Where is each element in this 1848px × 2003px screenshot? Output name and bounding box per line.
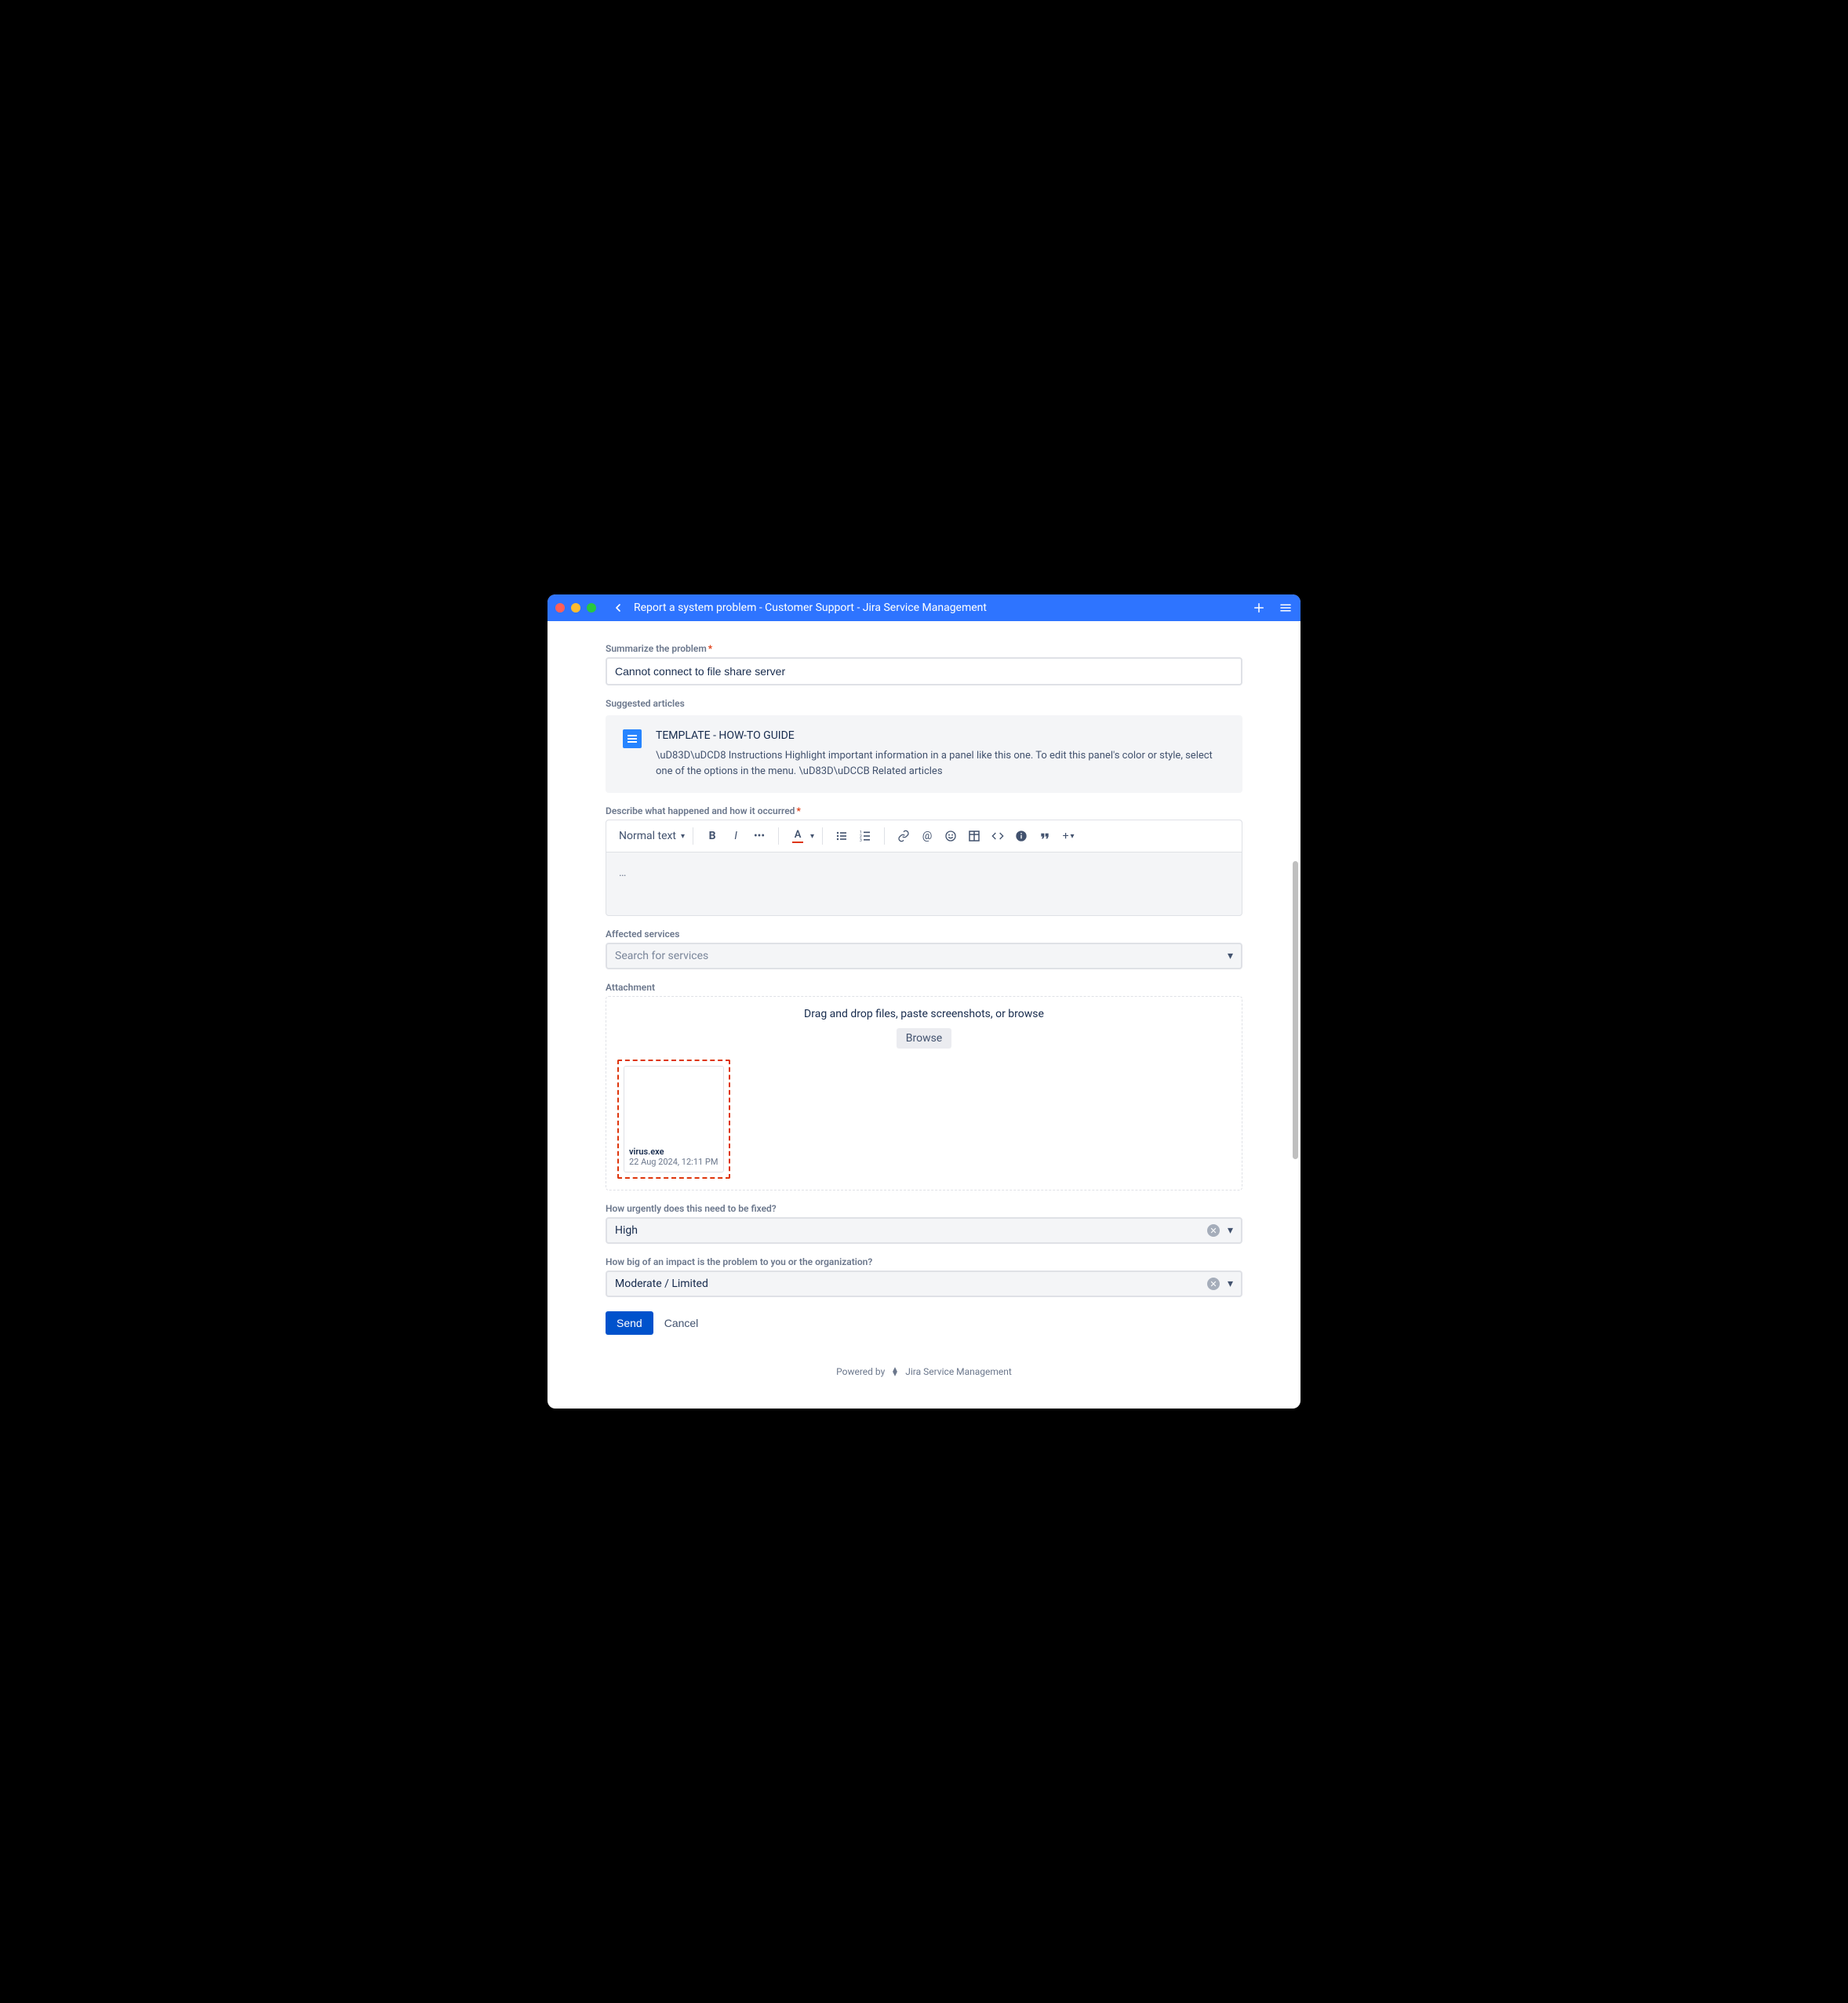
clear-icon[interactable]: ✕ bbox=[1207, 1278, 1220, 1290]
window-controls bbox=[555, 603, 596, 613]
window-close-button[interactable] bbox=[555, 603, 565, 613]
quote-icon bbox=[1039, 830, 1051, 842]
suggested-article-desc: \uD83D\uDCD8 Instructions Highlight impo… bbox=[656, 748, 1225, 779]
numbered-list-icon: 123 bbox=[859, 830, 871, 842]
urgency-value: High bbox=[615, 1224, 638, 1237]
scrollbar[interactable] bbox=[1293, 861, 1298, 1159]
clear-icon[interactable]: ✕ bbox=[1207, 1224, 1220, 1237]
window-fullscreen-button[interactable] bbox=[587, 603, 596, 613]
info-panel-button[interactable] bbox=[1010, 825, 1032, 847]
chevron-down-icon: ▾ bbox=[681, 832, 685, 841]
attachment-label: Attachment bbox=[606, 982, 1242, 993]
form-actions: Send Cancel bbox=[606, 1311, 1242, 1335]
impact-label: How big of an impact is the problem to y… bbox=[606, 1256, 1242, 1267]
attachment-highlight: virus.exe 22 Aug 2024, 12:11 PM bbox=[617, 1060, 730, 1179]
back-button[interactable] bbox=[609, 598, 628, 617]
link-icon bbox=[897, 830, 910, 842]
bullet-list-icon bbox=[835, 830, 848, 842]
chevron-down-icon: ▾ bbox=[1228, 1278, 1233, 1290]
footer-powered: Powered by bbox=[836, 1366, 885, 1377]
table-button[interactable] bbox=[963, 825, 985, 847]
affected-services-label: Affected services bbox=[606, 929, 1242, 940]
bullet-list-button[interactable] bbox=[831, 825, 853, 847]
chevron-down-icon: ▾ bbox=[1228, 950, 1233, 962]
suggested-article-title: TEMPLATE - HOW-TO GUIDE bbox=[656, 729, 1225, 742]
footer: Powered by Jira Service Management bbox=[606, 1335, 1242, 1385]
summary-label: Summarize the problem* bbox=[606, 643, 1242, 654]
impact-value: Moderate / Limited bbox=[615, 1278, 708, 1290]
app-window: Report a system problem - Customer Suppo… bbox=[547, 594, 1301, 1409]
jira-logo-icon bbox=[889, 1366, 900, 1377]
code-icon bbox=[991, 830, 1004, 842]
browse-button[interactable]: Browse bbox=[897, 1028, 951, 1049]
summary-input[interactable] bbox=[606, 657, 1242, 685]
italic-button[interactable]: I bbox=[725, 825, 747, 847]
urgency-label: How urgently does this need to be fixed? bbox=[606, 1203, 1242, 1214]
emoji-button[interactable] bbox=[940, 825, 962, 847]
text-color-button[interactable]: A bbox=[787, 825, 809, 847]
emoji-icon bbox=[944, 830, 957, 842]
attachment-filename: virus.exe bbox=[629, 1147, 718, 1157]
table-icon bbox=[968, 830, 980, 842]
footer-product: Jira Service Management bbox=[905, 1366, 1012, 1377]
editor-toolbar: Normal text ▾ B I ••• A ▾ bbox=[606, 820, 1242, 852]
attachment-thumbnail bbox=[624, 1067, 723, 1143]
window-minimize-button[interactable] bbox=[571, 603, 580, 613]
cancel-button[interactable]: Cancel bbox=[664, 1317, 699, 1329]
document-icon bbox=[623, 729, 642, 748]
chevron-left-icon bbox=[612, 602, 624, 614]
form-content: Summarize the problem* Suggested article… bbox=[547, 621, 1301, 1409]
attachment-date: 22 Aug 2024, 12:11 PM bbox=[629, 1157, 718, 1167]
titlebar-actions bbox=[1252, 601, 1293, 615]
chevron-down-icon: ▾ bbox=[1228, 1224, 1233, 1237]
urgency-select[interactable]: High ✕ ▾ bbox=[606, 1217, 1242, 1244]
more-formatting-button[interactable]: ••• bbox=[748, 825, 770, 847]
affected-services-placeholder: Search for services bbox=[615, 950, 708, 962]
code-button[interactable] bbox=[987, 825, 1009, 847]
attachment-card[interactable]: virus.exe 22 Aug 2024, 12:11 PM bbox=[624, 1066, 724, 1172]
describe-label: Describe what happened and how it occurr… bbox=[606, 805, 1242, 816]
titlebar: Report a system problem - Customer Suppo… bbox=[547, 594, 1301, 621]
suggested-label: Suggested articles bbox=[606, 698, 1242, 709]
editor-body[interactable]: … bbox=[606, 852, 1242, 915]
bold-button[interactable]: B bbox=[701, 825, 723, 847]
quote-button[interactable] bbox=[1034, 825, 1056, 847]
svg-text:3: 3 bbox=[860, 838, 862, 842]
attachment-dropzone[interactable]: Drag and drop files, paste screenshots, … bbox=[606, 996, 1242, 1191]
link-button[interactable] bbox=[893, 825, 915, 847]
affected-services-select[interactable]: Search for services ▾ bbox=[606, 943, 1242, 969]
numbered-list-button[interactable]: 123 bbox=[854, 825, 876, 847]
suggested-article-card[interactable]: TEMPLATE - HOW-TO GUIDE \uD83D\uDCD8 Ins… bbox=[606, 715, 1242, 793]
impact-select[interactable]: Moderate / Limited ✕ ▾ bbox=[606, 1271, 1242, 1297]
dropzone-text: Drag and drop files, paste screenshots, … bbox=[617, 1008, 1231, 1020]
send-button[interactable]: Send bbox=[606, 1311, 653, 1335]
menu-icon[interactable] bbox=[1279, 601, 1293, 615]
rich-text-editor: Normal text ▾ B I ••• A ▾ bbox=[606, 820, 1242, 916]
insert-more-button[interactable]: +▾ bbox=[1057, 825, 1079, 847]
chevron-down-icon[interactable]: ▾ bbox=[810, 832, 814, 841]
text-style-selector[interactable]: Normal text ▾ bbox=[614, 825, 689, 847]
window-title: Report a system problem - Customer Suppo… bbox=[634, 602, 1252, 614]
plus-icon[interactable] bbox=[1252, 601, 1266, 615]
info-icon bbox=[1015, 830, 1028, 842]
mention-button[interactable]: @ bbox=[916, 825, 938, 847]
